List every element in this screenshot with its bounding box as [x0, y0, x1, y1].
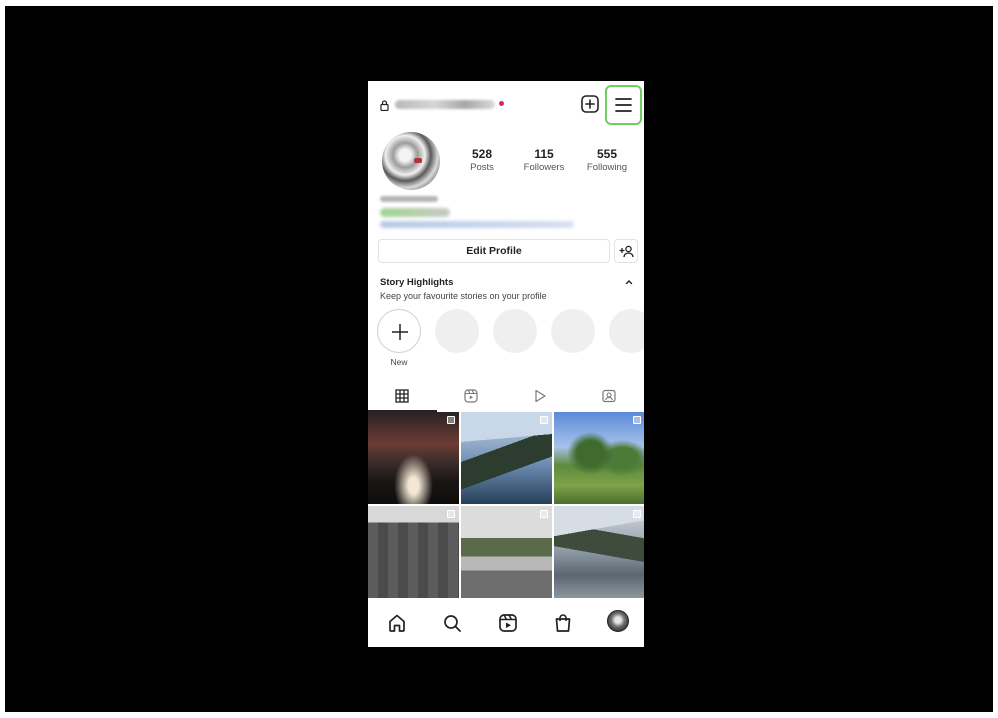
following-count: 555	[596, 147, 618, 161]
highlight-placeholder	[609, 309, 644, 353]
story-highlights-subtitle: Keep your favourite stories on your prof…	[380, 291, 547, 301]
profile-avatar[interactable]	[382, 132, 440, 190]
posts-grid	[368, 412, 644, 598]
followers-stat[interactable]: 115 Followers	[520, 147, 568, 174]
story-highlights-title: Story Highlights	[380, 277, 454, 288]
discover-people-button[interactable]	[614, 239, 638, 263]
display-name-blurred	[380, 196, 438, 202]
following-label: Following	[586, 162, 628, 173]
nav-profile-avatar-button[interactable]	[607, 610, 629, 632]
following-stat[interactable]: 555 Following	[583, 147, 631, 174]
bottom-navigation	[368, 600, 644, 647]
tab-tagged[interactable]	[575, 382, 644, 412]
grid-icon	[395, 389, 409, 403]
multi-post-icon	[447, 510, 455, 518]
notification-dot	[499, 101, 504, 106]
multi-post-icon	[540, 510, 548, 518]
nav-shop-button[interactable]	[552, 612, 574, 634]
tagged-icon	[602, 389, 616, 403]
shop-icon	[555, 614, 571, 632]
post-thumbnail[interactable]	[554, 506, 644, 598]
plus-square-icon	[581, 95, 599, 113]
post-thumbnail[interactable]	[368, 412, 459, 504]
post-thumbnail[interactable]	[554, 412, 644, 504]
phone-screen: 528 Posts 115 Followers 555 Following Ed…	[368, 81, 644, 647]
search-icon	[444, 615, 461, 632]
reels-icon	[499, 614, 517, 632]
multi-post-icon	[633, 510, 641, 518]
post-thumbnail[interactable]	[368, 506, 459, 598]
followers-count: 115	[534, 147, 554, 161]
video-play-icon	[535, 389, 546, 403]
posts-label: Posts	[470, 162, 494, 173]
username-blurred[interactable]	[395, 100, 495, 109]
nav-home-button[interactable]	[386, 612, 408, 634]
highlight-placeholder	[551, 309, 595, 353]
multi-post-icon	[540, 416, 548, 424]
chevron-up-icon[interactable]	[624, 277, 634, 287]
bio-line-blurred	[380, 208, 450, 217]
post-thumbnail[interactable]	[461, 412, 552, 504]
posts-count: 528	[471, 147, 493, 161]
lock-icon	[380, 100, 389, 111]
new-highlight-button[interactable]	[377, 309, 421, 353]
bio-link-blurred[interactable]	[380, 221, 574, 228]
followers-label: Followers	[523, 162, 565, 173]
nav-reels-button[interactable]	[497, 612, 519, 634]
multi-post-icon	[633, 416, 641, 424]
new-post-button[interactable]	[580, 94, 600, 114]
home-icon	[389, 614, 405, 632]
profile-header	[368, 81, 644, 129]
tab-posts-grid[interactable]	[368, 382, 437, 412]
highlight-placeholder	[493, 309, 537, 353]
posts-stat[interactable]: 528 Posts	[464, 147, 500, 174]
post-thumbnail[interactable]	[461, 506, 552, 598]
highlight-placeholder	[435, 309, 479, 353]
add-person-icon	[619, 245, 634, 258]
menu-button[interactable]	[605, 85, 642, 125]
tab-reels[interactable]	[437, 382, 506, 412]
new-highlight-label: New	[390, 357, 408, 367]
multi-post-icon	[447, 416, 455, 424]
plus-icon	[392, 324, 408, 340]
reels-icon	[464, 389, 478, 403]
hamburger-menu-icon	[615, 98, 632, 112]
edit-profile-button[interactable]: Edit Profile	[378, 239, 610, 263]
tab-videos[interactable]	[506, 382, 575, 412]
nav-search-button[interactable]	[441, 612, 463, 634]
